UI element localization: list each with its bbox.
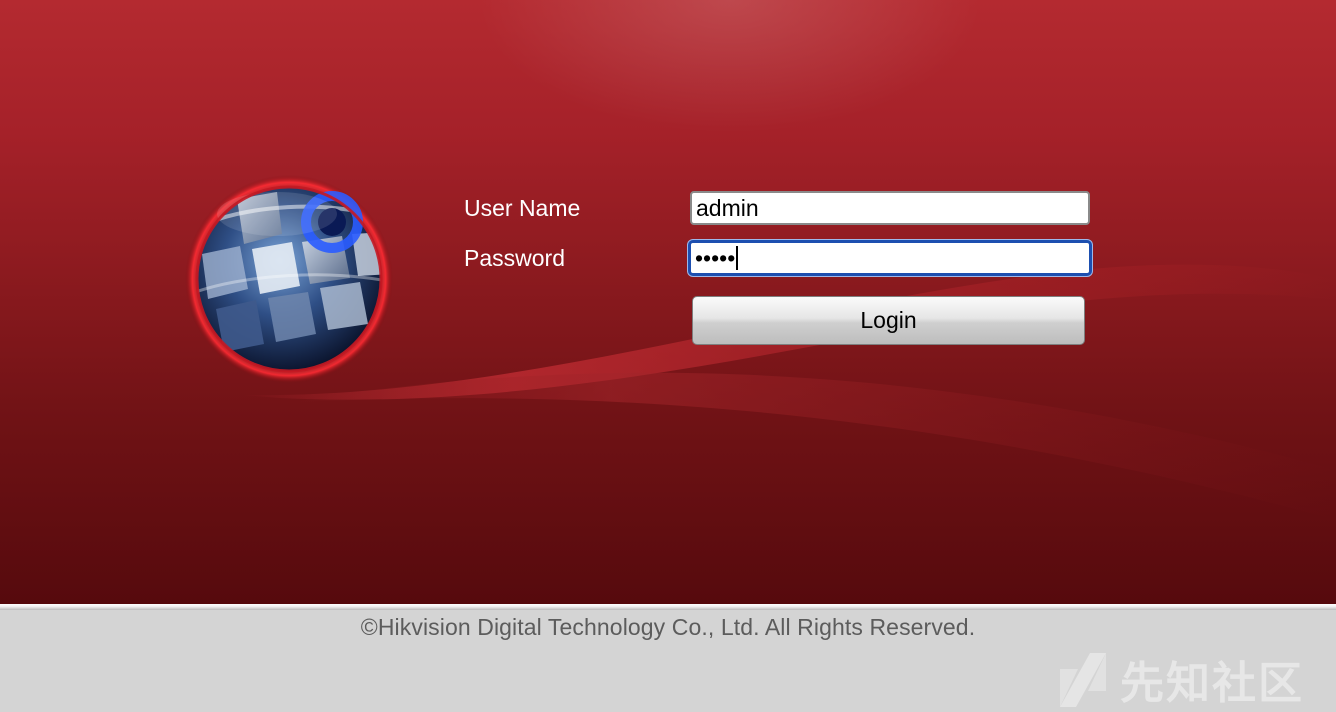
watermark-text: 先知社区 (1120, 658, 1304, 709)
text-caret (736, 245, 739, 270)
username-label: User Name (464, 195, 581, 221)
password-input[interactable]: ••••• (688, 240, 1092, 276)
username-input[interactable]: admin (690, 191, 1090, 225)
hikvision-sphere-logo (185, 175, 393, 383)
watermark: 先知社区 (1056, 646, 1304, 712)
password-masked-value: ••••• (695, 245, 736, 271)
header-banner: User Name Password admin ••••• Login (0, 0, 1336, 604)
copyright-text: ©Hikvision Digital Technology Co., Ltd. … (360, 614, 976, 640)
username-value: admin (696, 195, 759, 221)
password-label: Password (464, 245, 565, 271)
footer: ©Hikvision Digital Technology Co., Ltd. … (0, 610, 1336, 712)
xianzhi-logo-icon (1060, 653, 1106, 707)
login-button[interactable]: Login (692, 296, 1085, 345)
login-page: User Name Password admin ••••• Login ©Hi… (0, 0, 1336, 712)
